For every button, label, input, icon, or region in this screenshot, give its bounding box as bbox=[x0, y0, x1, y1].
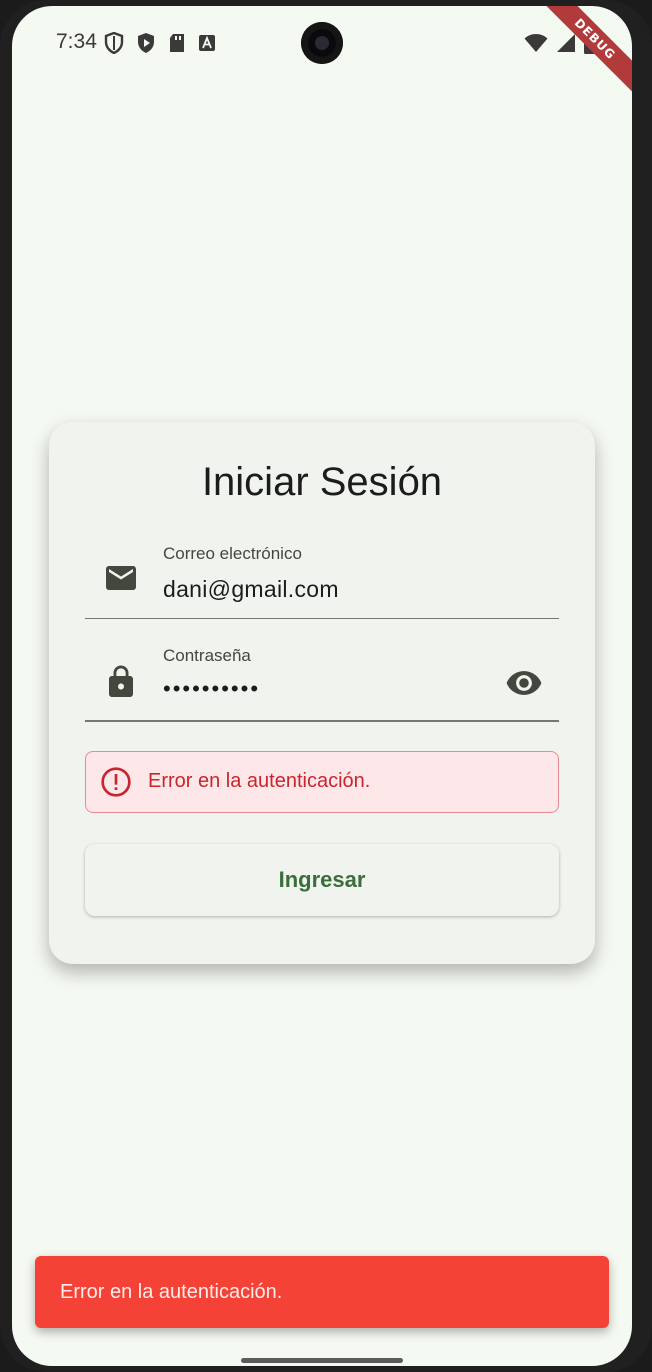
eye-icon[interactable] bbox=[505, 664, 543, 702]
login-card: Iniciar Sesión Correo electrónico dani@g… bbox=[49, 422, 595, 964]
mail-icon bbox=[106, 566, 136, 590]
lock-icon bbox=[109, 665, 133, 697]
password-field[interactable]: Contraseña •••••••••• bbox=[85, 640, 559, 722]
wifi-icon bbox=[524, 34, 548, 52]
password-label: Contraseña bbox=[163, 646, 251, 665]
home-indicator[interactable] bbox=[241, 1358, 403, 1363]
email-input[interactable]: dani@gmail.com bbox=[163, 576, 339, 603]
page-title: Iniciar Sesión bbox=[201, 460, 443, 504]
error-snackbar: Error en la autenticación. bbox=[35, 1256, 609, 1328]
shield-outline-icon bbox=[104, 32, 124, 54]
status-time: 7:34 bbox=[56, 30, 97, 53]
sd-card-icon bbox=[170, 34, 184, 52]
error-message-text: Error en la autenticación. bbox=[148, 770, 371, 792]
status-icons-left bbox=[104, 32, 216, 54]
email-label: Correo electrónico bbox=[163, 544, 302, 563]
app-screen: 7:34 DEBUG Iniciar Sesión Correo electró… bbox=[12, 6, 632, 1366]
text-a-icon bbox=[199, 35, 215, 51]
error-circle-icon bbox=[101, 767, 131, 797]
status-bar: 7:34 bbox=[12, 6, 632, 80]
login-button[interactable]: Ingresar bbox=[85, 844, 559, 916]
shield-play-icon bbox=[138, 33, 154, 53]
signal-icon bbox=[557, 34, 575, 52]
email-field[interactable]: Correo electrónico dani@gmail.com bbox=[85, 538, 559, 619]
front-camera bbox=[301, 22, 343, 64]
password-input[interactable]: •••••••••• bbox=[163, 676, 260, 702]
error-message-box: Error en la autenticación. bbox=[85, 751, 559, 813]
phone-frame: 7:34 DEBUG Iniciar Sesión Correo electró… bbox=[0, 0, 652, 1372]
snackbar-text: Error en la autenticación. bbox=[60, 1281, 283, 1303]
